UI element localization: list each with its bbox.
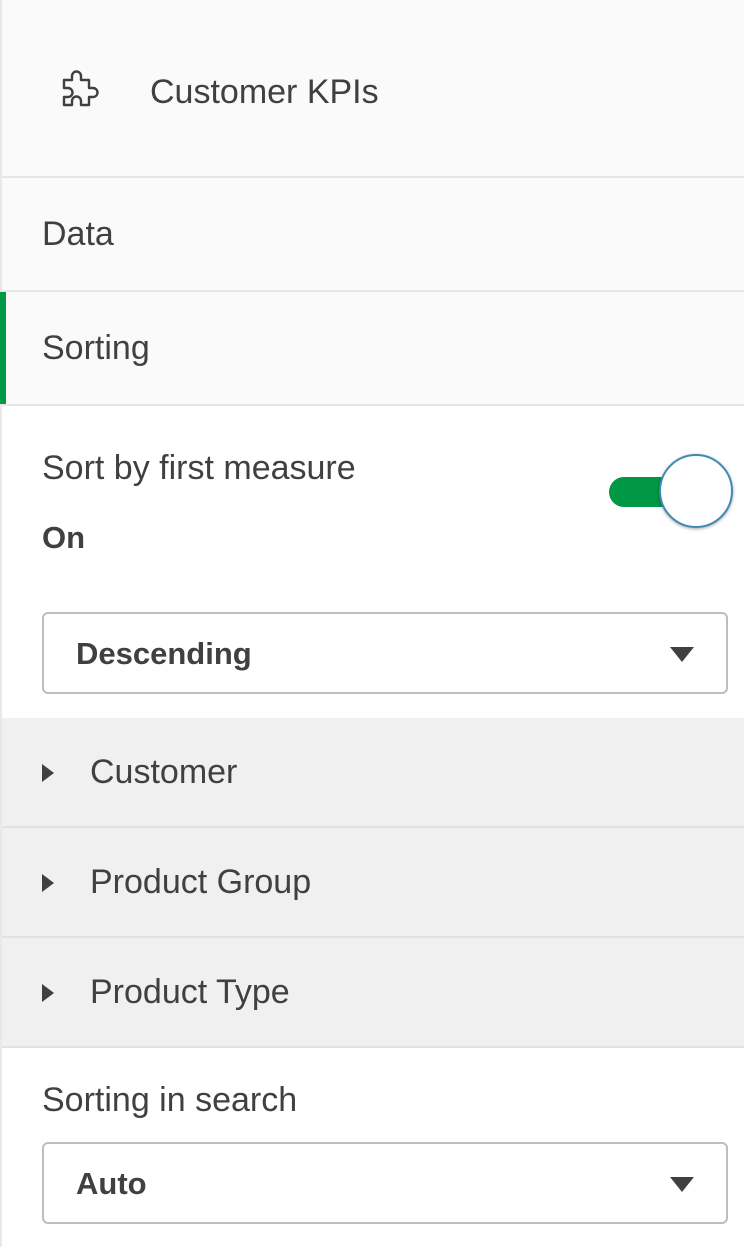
sort-order-value: Descending — [76, 636, 252, 671]
field-row-customer[interactable]: Customer — [2, 718, 744, 828]
panel-title: Customer KPIs — [150, 73, 379, 111]
puzzle-extension-icon — [62, 70, 99, 107]
active-indicator — [0, 292, 6, 404]
sort-state-label: On — [42, 520, 86, 555]
field-row-label: Customer — [90, 753, 238, 791]
panel-header: Customer KPIs — [2, 0, 744, 178]
nav-item-data-label: Data — [42, 215, 114, 253]
sorting-in-search-label: Sorting in search — [42, 1081, 298, 1119]
expand-triangle-icon — [42, 874, 54, 892]
toggle-knob — [659, 454, 733, 528]
properties-panel: Customer KPIs Data Sorting Sort by first… — [0, 0, 744, 1247]
sort-by-first-measure-label: Sort by first measure — [42, 449, 356, 487]
sorting-in-search-value: Auto — [76, 1166, 147, 1201]
sort-by-first-measure-toggle[interactable] — [609, 454, 733, 530]
expand-triangle-icon — [42, 764, 54, 782]
expand-triangle-icon — [42, 984, 54, 1002]
sorting-in-search-select[interactable]: Auto — [42, 1142, 728, 1224]
field-row-label: Product Group — [90, 863, 312, 901]
nav-item-sorting-label: Sorting — [42, 329, 150, 367]
field-row-label: Product Type — [90, 973, 290, 1011]
field-row-product-type[interactable]: Product Type — [2, 938, 744, 1048]
field-row-product-group[interactable]: Product Group — [2, 828, 744, 938]
chevron-down-icon — [670, 647, 694, 662]
sort-order-select[interactable]: Descending — [42, 612, 728, 694]
chevron-down-icon — [670, 1177, 694, 1192]
